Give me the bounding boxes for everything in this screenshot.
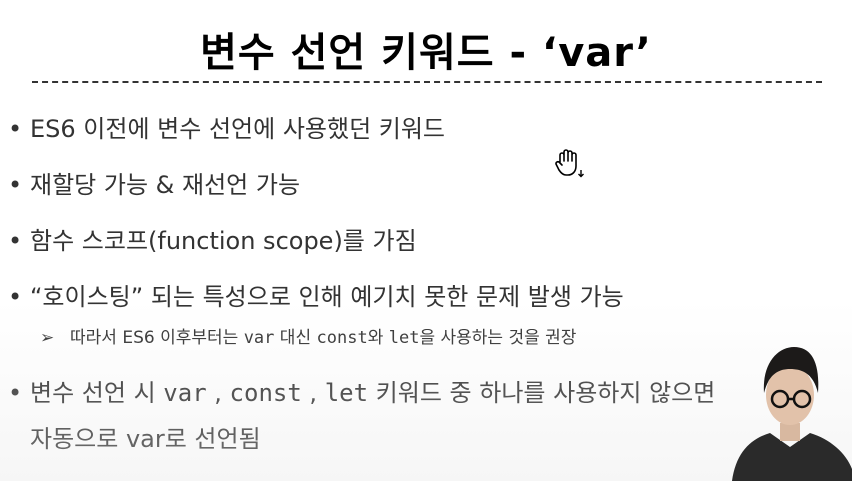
bullet-dot: •	[8, 115, 23, 143]
code-const: const	[229, 379, 302, 407]
sub-bullet: ➢ 따라서 ES6 이후부터는 var 대신 const와 let을 사용하는 것…	[40, 326, 576, 350]
bullet-text: 재할당 가능 & 재선언 가능	[30, 171, 301, 199]
bullet-continuation: 자동으로 var로 선언됨	[30, 425, 261, 453]
bullet-dot: •	[8, 227, 23, 255]
slide: 변수 선언 키워드 - ‘var’ • ES6 이전에 변수 선언에 사용했던 키…	[0, 0, 852, 481]
sub-text-mid1: 대신	[274, 328, 317, 348]
bullet-item: • 재할당 가능 & 재선언 가능	[8, 170, 300, 200]
arrow-bullet-icon: ➢	[40, 328, 55, 348]
code-var: var	[243, 328, 275, 348]
bullet-dot: •	[8, 379, 23, 407]
slide-title: 변수 선언 키워드 - ‘var’	[200, 30, 652, 76]
code-let: let	[324, 379, 369, 407]
bullet-dot: •	[8, 283, 23, 311]
bullet-text-post: 키워드 중 하나를 사용하지 않으면	[368, 379, 716, 407]
bullet-text-pre: 변수 선언 시	[30, 379, 164, 407]
bullet-text: 함수 스코프(function scope)를 가짐	[30, 227, 417, 255]
bullet-text: “호이스팅” 되는 특성으로 인해 예기치 못한 문제 발생 가능	[30, 283, 624, 311]
sub-text-pre: 따라서 ES6 이후부터는	[70, 328, 244, 348]
sub-text-post: 을 사용하는 것을 권장	[419, 328, 577, 348]
presenter-webcam-overlay	[732, 347, 852, 481]
bullet-dot: •	[8, 171, 23, 199]
bullet-item: • 함수 스코프(function scope)를 가짐	[8, 226, 417, 256]
bullet-item: • “호이스팅” 되는 특성으로 인해 예기치 못한 문제 발생 가능	[8, 282, 624, 312]
bullet-item: • ES6 이전에 변수 선언에 사용했던 키워드	[8, 114, 445, 144]
sub-text-mid2: 와	[367, 328, 389, 348]
bullet-item: • 변수 선언 시 var , const , let 키워드 중 하나를 사용하…	[8, 378, 715, 408]
code-let: let	[388, 328, 420, 348]
separator: ,	[301, 379, 325, 407]
code-const: const	[316, 328, 368, 348]
bullet-text: ES6 이전에 변수 선언에 사용했던 키워드	[30, 115, 446, 143]
separator: ,	[206, 379, 230, 407]
grab-hand-cursor-icon	[555, 149, 584, 178]
code-var: var	[163, 379, 207, 407]
title-divider	[32, 81, 822, 83]
